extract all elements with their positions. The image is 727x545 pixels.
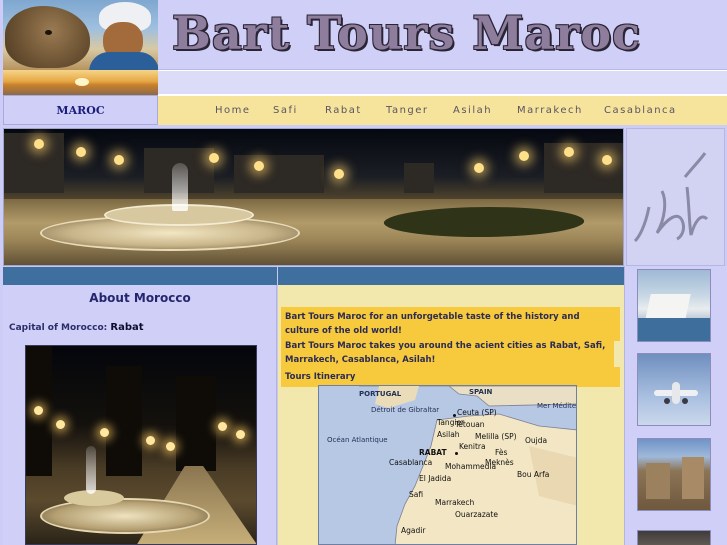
map-ouarzazate: Ouarzazate	[455, 510, 498, 519]
maroc-label: MAROC	[56, 103, 105, 117]
map-oujda: Oujda	[525, 436, 548, 445]
rabat-night-photo	[25, 345, 257, 545]
map-fes: Fès	[495, 448, 508, 457]
map-kenitra: Kenitra	[459, 442, 486, 451]
map-sea: Mer Méditerranée	[537, 402, 577, 410]
capital-line: Capital of Morocco: Rabat	[9, 322, 144, 333]
map-strait: Détroit de Gibraltar	[371, 406, 440, 414]
map-safi: Safi	[409, 490, 424, 499]
site-title: Bart Tours Maroc	[172, 6, 642, 60]
camel-image	[5, 6, 90, 68]
nav-casablanca[interactable]: Casablanca	[604, 105, 677, 116]
tours-itinerary-link[interactable]: Tours Itinerary	[281, 367, 620, 387]
map-rabat: RABAT	[419, 448, 447, 457]
map-portugal: PORTUGAL	[359, 390, 402, 398]
maroc-label-cell: MAROC	[3, 95, 158, 125]
thumbnail-column	[624, 266, 727, 545]
map-agadir: Agadir	[401, 526, 426, 535]
header-band	[158, 70, 727, 95]
map-asilah: Asilah	[437, 430, 460, 439]
about-title: About Morocco	[89, 291, 191, 305]
nav-marrakech[interactable]: Marrakech	[517, 105, 583, 116]
nav-tanger[interactable]: Tanger	[386, 105, 429, 116]
about-column: About Morocco Capital of Morocco: Rabat	[3, 285, 277, 545]
section-bar-right	[277, 266, 624, 285]
section-bar-left	[3, 266, 277, 285]
morocco-map: PORTUGAL SPAIN Détroit de Gibraltar Océa…	[318, 385, 577, 545]
map-casablanca: Casablanca	[389, 458, 433, 467]
nav-safi[interactable]: Safi	[273, 105, 298, 116]
nav-home[interactable]: Home	[215, 105, 251, 116]
main-nav: Home Safi Rabat Tanger Asilah Marrakech …	[158, 95, 727, 125]
map-tangier: Tangier	[437, 418, 465, 427]
capital-label: Capital of Morocco:	[9, 323, 108, 333]
sunset-strip-image	[3, 70, 158, 95]
header-photo-camel-man	[3, 0, 158, 70]
map-ocean: Océan Atlantique	[327, 436, 388, 444]
map-marrakech: Marrakech	[435, 498, 475, 507]
nav-asilah[interactable]: Asilah	[453, 105, 492, 116]
cities-note: Bart Tours Maroc takes you around the ac…	[281, 336, 614, 370]
map-ceuta: Ceuta (SP)	[457, 408, 497, 417]
thumbnail-coast-buildings[interactable]	[637, 269, 711, 342]
map-melilla: Melilla (SP)	[475, 432, 517, 441]
map-mohammedia: Mohammedia	[445, 462, 497, 471]
map-spain: SPAIN	[469, 388, 493, 396]
thumbnail-fourth[interactable]	[637, 530, 711, 545]
map-eljadida: El Jadida	[419, 474, 452, 483]
banner-photo-night-plaza	[3, 128, 624, 266]
thumbnail-kasbah-ruins[interactable]	[637, 438, 711, 511]
thumbnail-airplane[interactable]	[637, 353, 711, 426]
nav-rabat[interactable]: Rabat	[325, 105, 362, 116]
tours-column: Bart Tours Maroc for an unforgetable tas…	[277, 285, 624, 545]
capital-value: Rabat	[110, 322, 144, 333]
robe-image	[89, 52, 158, 70]
decorative-calligraphy-image	[626, 128, 725, 266]
map-bouarfa: Bou Arfa	[517, 470, 550, 479]
